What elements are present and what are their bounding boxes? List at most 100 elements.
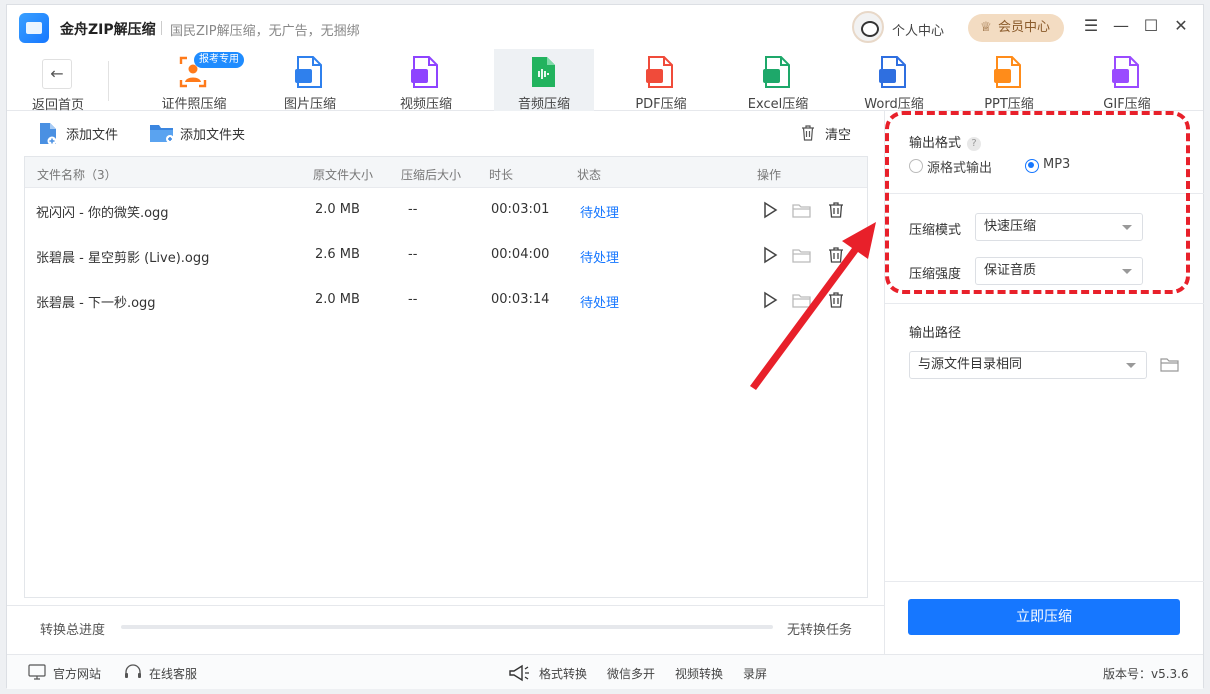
excel-icon [763, 56, 790, 88]
crown-icon: ♕ [980, 20, 992, 35]
progress-label: 转换总进度 [40, 623, 106, 638]
image-icon [295, 56, 322, 88]
file-actions: 添加文件 添加文件夹 清空 [7, 112, 884, 156]
open-folder-icon[interactable] [792, 290, 812, 310]
table-row[interactable]: 祝闪闪 - 你的微笑.ogg 2.0 MB -- 00:03:01 待处理 [25, 188, 867, 233]
personal-center-link[interactable]: 个人中心 [892, 20, 944, 39]
title-bar: 金舟ZIP解压缩 国民ZIP解压缩，无广告，无捆绑 个人中心 ♕ 会员中心 ☰ … [7, 5, 1203, 49]
header-status: 状态 [577, 168, 602, 182]
original-size-cell: 2.0 MB [315, 292, 360, 307]
app-logo-icon [19, 13, 49, 43]
footer-link-format-convert[interactable]: 格式转换 [539, 665, 587, 682]
clear-button[interactable]: 清空 [825, 124, 851, 143]
add-folder-icon [150, 125, 174, 143]
monitor-icon [28, 664, 46, 680]
file-table: 文件名称（3） 原文件大小 压缩后大小 时长 状态 操作 祝闪闪 - 你的微笑.… [24, 156, 868, 598]
tool-excel[interactable]: Excel压缩 [728, 49, 828, 112]
close-icon[interactable]: ✕ [1171, 17, 1191, 35]
original-size-cell: 2.0 MB [315, 202, 360, 217]
add-file-button[interactable]: 添加文件 [66, 124, 118, 143]
vip-center-label: 会员中心 [998, 20, 1051, 35]
tool-image[interactable]: 图片压缩 [260, 49, 360, 112]
header-operations: 操作 [757, 168, 782, 182]
menu-icon[interactable]: ☰ [1081, 17, 1101, 35]
highlight-annotation-box [885, 111, 1190, 294]
file-name-cell: 张碧晨 - 星空剪影 (Live).ogg [36, 251, 210, 266]
open-folder-icon[interactable] [792, 245, 812, 265]
minimize-icon[interactable]: — [1111, 17, 1131, 35]
tool-video[interactable]: 视频压缩 [376, 49, 476, 112]
play-icon[interactable] [760, 290, 780, 310]
app-name: 金舟ZIP解压缩 [60, 22, 156, 38]
status-cell: 待处理 [580, 251, 620, 266]
footer-link-wechat-multi[interactable]: 微信多开 [607, 665, 655, 682]
tool-label: GIF压缩 [1103, 97, 1151, 112]
duration-cell: 00:03:14 [491, 292, 550, 307]
compressed-size-cell: -- [408, 202, 418, 217]
progress-divider [7, 605, 884, 606]
gif-icon [1112, 56, 1139, 88]
tool-label: 音频压缩 [517, 97, 570, 112]
maximize-icon[interactable]: ☐ [1141, 17, 1161, 35]
delete-icon[interactable] [826, 290, 846, 310]
toolbar-divider [108, 61, 109, 101]
tool-bar: ← 返回首页 报考专用 证件照压缩 图片压缩视频压缩 音频压缩 PDF压缩 Excel压缩… [7, 49, 1203, 113]
footer-link-video-convert[interactable]: 视频转换 [675, 665, 723, 682]
compress-now-button[interactable]: 立即压缩 [908, 599, 1180, 635]
tool-label: 视频压缩 [399, 97, 452, 112]
tool-gif[interactable]: GIF压缩 [1077, 49, 1177, 112]
play-icon[interactable] [760, 200, 780, 220]
settings-divider-2 [885, 303, 1204, 304]
tool-pdf[interactable]: PDF压缩 [611, 49, 711, 112]
video-icon [411, 56, 438, 88]
header-original-size: 原文件大小 [313, 168, 374, 182]
table-row[interactable]: 张碧晨 - 下一秒.ogg 2.0 MB -- 00:03:14 待处理 [25, 278, 867, 323]
back-home-label: 返回首页 [31, 98, 84, 113]
file-name-cell: 张碧晨 - 下一秒.ogg [36, 296, 156, 311]
official-website-link[interactable]: 官方网站 [53, 665, 101, 682]
tool-tag: 报考专用 [194, 52, 244, 68]
output-path-label: 输出路径 [909, 326, 962, 341]
tool-label: PPT压缩 [984, 97, 1034, 112]
tool-label: PDF压缩 [635, 97, 687, 112]
footer-link-screen-record[interactable]: 录屏 [743, 665, 767, 682]
pdf-icon [646, 56, 673, 88]
online-service-link[interactable]: 在线客服 [149, 665, 197, 682]
back-home-button[interactable]: ← 返回首页 [29, 55, 89, 113]
avatar-icon[interactable] [852, 11, 884, 43]
header-compressed-size: 压缩后大小 [401, 168, 462, 182]
tool-ppt[interactable]: PPT压缩 [959, 49, 1059, 112]
headset-icon [125, 664, 141, 678]
delete-icon[interactable] [826, 245, 846, 265]
output-path-select[interactable]: 与源文件目录相同 [909, 351, 1147, 379]
ppt-icon [994, 56, 1021, 88]
header-file-name: 文件名称（3） [37, 168, 117, 182]
tool-label: Word压缩 [864, 97, 924, 112]
footer-bar: 官方网站 在线客服 格式转换 微信多开 视频转换 录屏 版本号：v5.3.6 [7, 654, 1203, 689]
header-duration: 时长 [489, 168, 514, 182]
folder-icon[interactable] [1160, 357, 1180, 373]
audio-icon [532, 57, 555, 87]
arrow-left-icon: ← [42, 59, 72, 89]
add-folder-button[interactable]: 添加文件夹 [180, 124, 245, 143]
delete-icon[interactable] [826, 200, 846, 220]
title-divider [161, 21, 162, 35]
duration-cell: 00:03:01 [491, 202, 550, 217]
file-name-cell: 祝闪闪 - 你的微笑.ogg [36, 206, 169, 221]
compressed-size-cell: -- [408, 292, 418, 307]
app-window: 金舟ZIP解压缩 国民ZIP解压缩，无广告，无捆绑 个人中心 ♕ 会员中心 ☰ … [6, 4, 1204, 689]
play-icon[interactable] [760, 245, 780, 265]
duration-cell: 00:04:00 [491, 247, 550, 262]
trash-icon [802, 125, 814, 141]
vip-center-button[interactable]: ♕ 会员中心 [968, 14, 1064, 42]
tool-audio[interactable]: 音频压缩 [494, 49, 594, 112]
original-size-cell: 2.6 MB [315, 247, 360, 262]
progress-status: 无转换任务 [787, 623, 853, 638]
table-header: 文件名称（3） 原文件大小 压缩后大小 时长 状态 操作 [25, 157, 867, 188]
tool-word[interactable]: Word压缩 [844, 49, 944, 112]
open-folder-icon[interactable] [792, 200, 812, 220]
status-cell: 待处理 [580, 206, 620, 221]
word-icon [879, 56, 906, 88]
table-row[interactable]: 张碧晨 - 星空剪影 (Live).ogg 2.6 MB -- 00:04:00 待处理 [25, 233, 867, 278]
tool-id-photo[interactable]: 报考专用 证件照压缩 [144, 49, 244, 112]
